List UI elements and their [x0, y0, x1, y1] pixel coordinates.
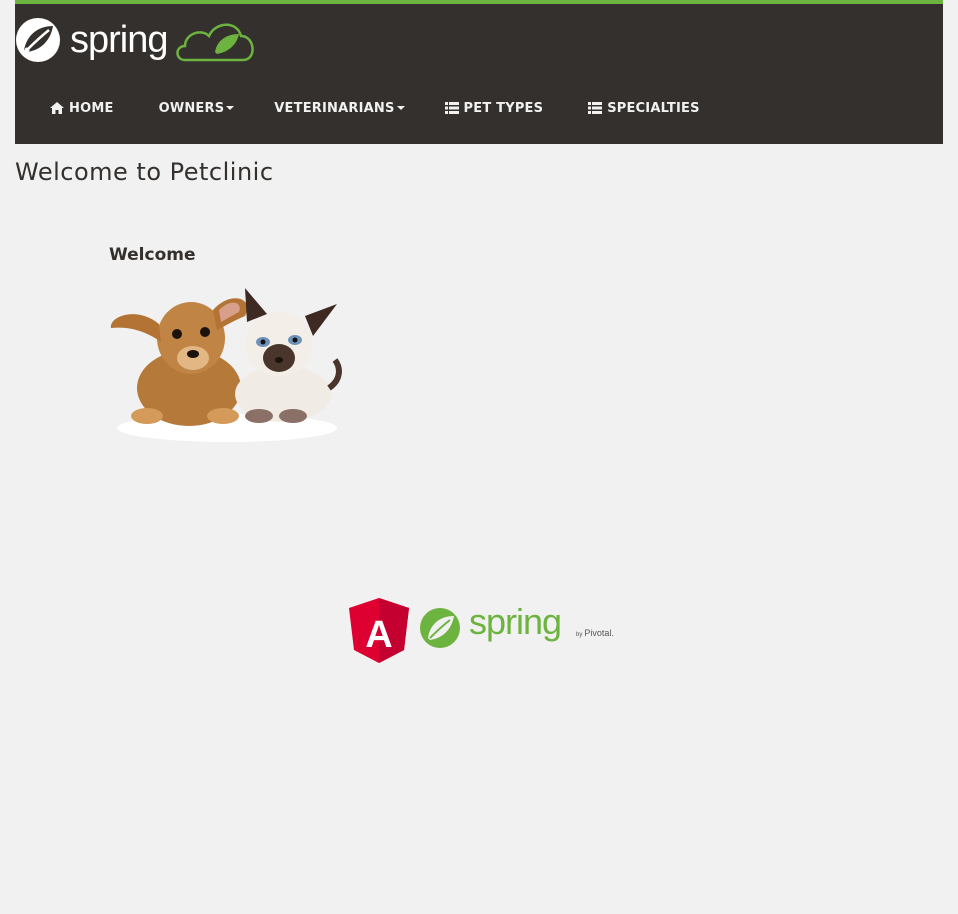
home-icon [50, 102, 64, 114]
nav-veterinarians[interactable]: VETERINARIANS [274, 100, 405, 116]
spring-footer-text: spring [469, 601, 562, 642]
navbar: spring HOME OWNERS VETERINARIANS PET TYP… [15, 0, 943, 144]
page-title: Welcome to Petclinic [15, 158, 274, 186]
nav-veterinarians-label: VETERINARIANS [274, 100, 395, 116]
nav-pet-types[interactable]: PET TYPES [444, 100, 544, 116]
nav-specialties-label: SPECIALTIES [607, 100, 700, 116]
list-icon [588, 102, 603, 114]
pivotal-label: Pivotal. [584, 628, 614, 638]
nav-home-label: HOME [69, 100, 114, 116]
spring-footer-icon [420, 608, 460, 648]
welcome-heading: Welcome [109, 245, 196, 265]
nav-pet-types-label: PET TYPES [463, 100, 544, 116]
pets-image [110, 288, 342, 442]
by-text: by [576, 632, 583, 638]
nav-specialties[interactable]: SPECIALTIES [588, 101, 700, 116]
angular-logo: A [349, 598, 409, 663]
nav-home[interactable]: HOME [50, 101, 114, 116]
chevron-down-icon [396, 106, 405, 110]
pivotal-text: by Pivotal. [576, 628, 614, 638]
list-icon [444, 102, 459, 114]
brand-name: spring [70, 19, 168, 61]
chevron-down-icon [226, 106, 235, 110]
spring-logo[interactable]: spring [15, 16, 255, 64]
nav-owners[interactable]: OWNERS [159, 101, 235, 116]
angular-letter: A [365, 614, 392, 656]
nav-owners-label: OWNERS [158, 100, 225, 116]
main-nav: HOME OWNERS VETERINARIANS PET TYPES SPEC [15, 82, 700, 134]
